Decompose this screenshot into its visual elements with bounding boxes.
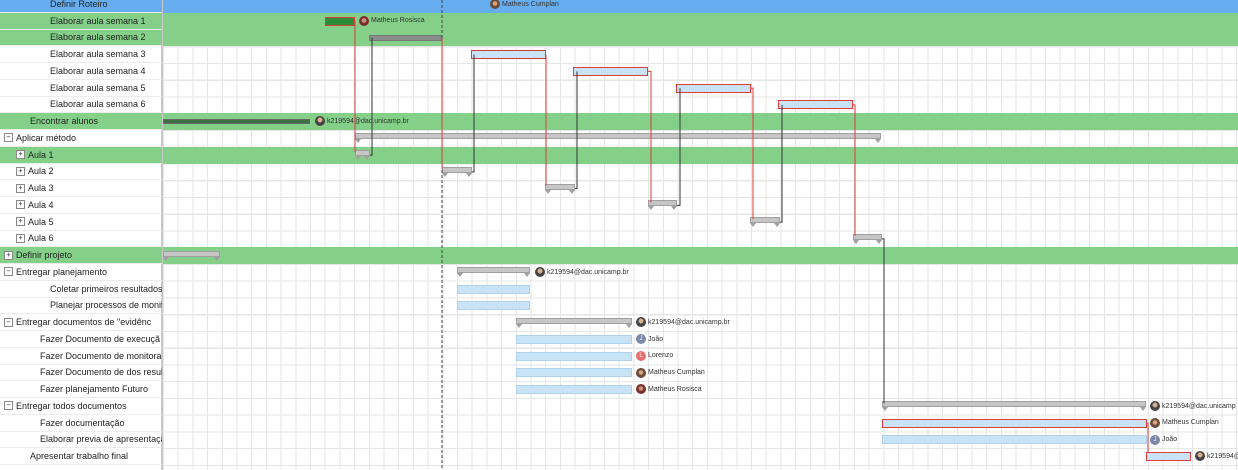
dependency-link [677,88,681,206]
dependency-link [575,71,578,190]
dependency-link [853,104,856,236]
dependency-links [354,0,1149,470]
dependency-link [370,37,373,156]
dependency-link [1147,422,1149,453]
dependency-link [648,70,652,203]
dependency-link [882,238,885,404]
dependency-link [751,87,754,220]
dependency-link [472,54,475,173]
dependency-link [780,104,783,223]
